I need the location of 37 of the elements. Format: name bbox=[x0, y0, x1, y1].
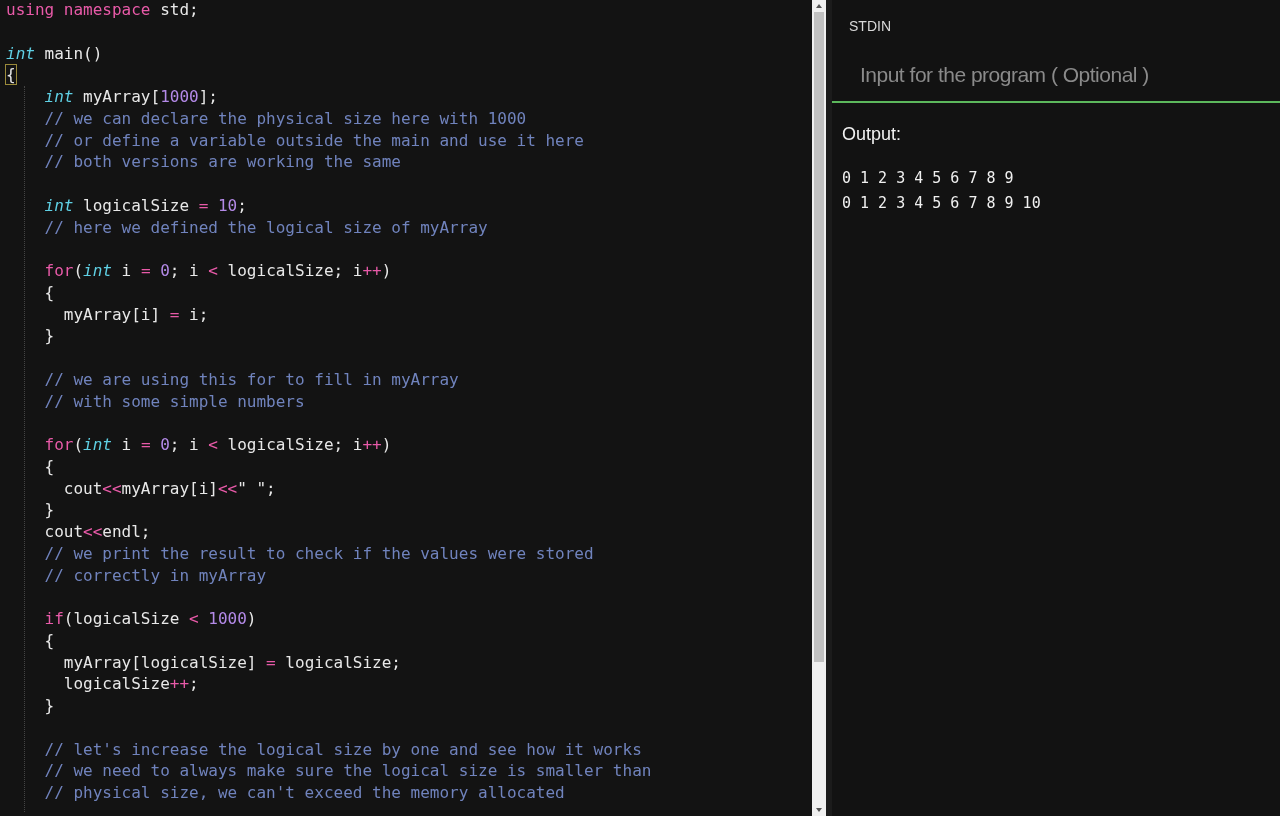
output-line: 0 1 2 3 4 5 6 7 8 9 10 bbox=[842, 192, 1042, 214]
code-line: } bbox=[43, 695, 55, 717]
code-line: // physical size, we can't exceed the memory allocated bbox=[43, 782, 565, 804]
code-line: // both versions are working the same bbox=[43, 151, 401, 173]
code-line: { bbox=[43, 455, 55, 478]
output-line: 0 1 2 3 4 5 6 7 8 9 bbox=[842, 167, 1015, 189]
code-line: { bbox=[43, 629, 55, 652]
code-line: for(int i = 0; i < logicalSize; i++) bbox=[43, 260, 392, 282]
code-line: myArray[i] = i; bbox=[62, 303, 209, 326]
code-line: // with some simple numbers bbox=[43, 390, 305, 413]
code-line: int myArray[1000]; bbox=[43, 86, 218, 108]
code-line: if(logicalSize < 1000) bbox=[43, 608, 257, 630]
code-line: // we can declare the physical size here with 1000 bbox=[43, 107, 527, 130]
code-line: { bbox=[43, 281, 55, 304]
code-line: using namespace std; bbox=[6, 0, 199, 21]
stdin-input-field[interactable]: Input for the program ( Optional ) bbox=[832, 47, 1280, 103]
code-line: for(int i = 0; i < logicalSize; i++) bbox=[43, 434, 392, 456]
code-line: cout<<myArray[i]<<" "; bbox=[62, 477, 276, 500]
code-line: } bbox=[43, 499, 55, 521]
scrollbar[interactable] bbox=[812, 0, 826, 816]
code-line: // here we defined the logical size of myArray bbox=[43, 216, 488, 239]
code-line: int logicalSize = 10; bbox=[43, 194, 247, 217]
code-line: // correctly in myArray bbox=[43, 564, 267, 587]
code-line: int main() bbox=[6, 42, 103, 65]
code-line: // we need to always make sure the logical size is smaller than bbox=[43, 760, 652, 782]
output-label: Output: bbox=[841, 122, 903, 146]
code-line: // or define a variable outside the main and use it here bbox=[43, 129, 584, 152]
code-line: // we are using this for to fill in myArray bbox=[43, 368, 459, 391]
stdin-label: STDIN bbox=[848, 17, 892, 36]
code-line: logicalSize++; bbox=[62, 673, 199, 695]
code-line: myArray[logicalSize] = logicalSize; bbox=[62, 651, 401, 674]
code-line: { bbox=[6, 64, 16, 86]
code-line: // let's increase the logical size by one and see how it works bbox=[43, 738, 642, 761]
code-line: } bbox=[43, 325, 55, 347]
code-editor[interactable] bbox=[0, 0, 812, 816]
code-line: // we print the result to check if the values were stored bbox=[43, 542, 594, 565]
code-line: cout<<endl; bbox=[43, 521, 151, 543]
